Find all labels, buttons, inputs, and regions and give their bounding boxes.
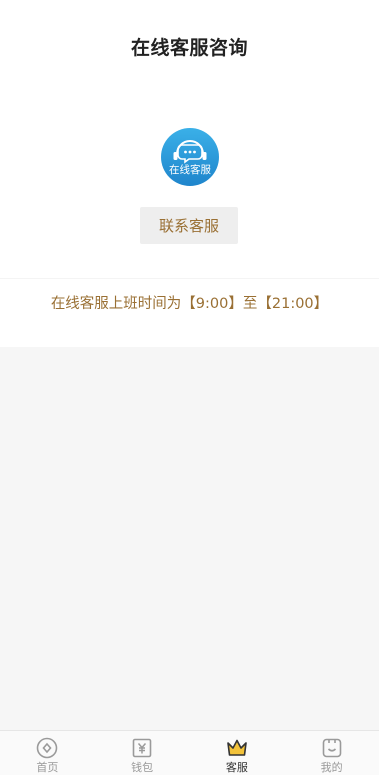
logo-text: 在线客服 [169, 163, 211, 176]
home-icon [37, 737, 58, 759]
tab-label-wallet: 钱包 [131, 761, 154, 774]
tab-service[interactable]: 客服 [190, 731, 285, 775]
customer-service-logo: 在线客服 [160, 127, 220, 187]
page-header: 在线客服咨询 [0, 0, 379, 92]
tab-label-home: 首页 [36, 761, 59, 774]
tab-wallet[interactable]: 钱包 [95, 731, 190, 775]
page-title: 在线客服咨询 [130, 36, 248, 59]
tab-profile[interactable]: 我的 [284, 731, 379, 775]
tab-home[interactable]: 首页 [0, 731, 95, 775]
service-card: 在线客服 联系客服 在线客服上班时间为【9:00】至【21:00】 [0, 92, 379, 347]
crown-icon [227, 739, 247, 756]
tab-label-service: 客服 [225, 761, 248, 774]
wallet-icon [132, 738, 152, 758]
tab-label-profile: 我的 [320, 761, 343, 774]
headset-chat-icon: 在线客服 [161, 128, 219, 186]
bottom-tab-bar: 首页 钱包 客服 我的 [0, 730, 379, 775]
profile-icon [322, 738, 341, 758]
divider [0, 278, 379, 279]
service-hours-text: 在线客服上班时间为【9:00】至【21:00】 [50, 296, 329, 312]
contact-service-button[interactable]: 联系客服 [140, 207, 238, 244]
